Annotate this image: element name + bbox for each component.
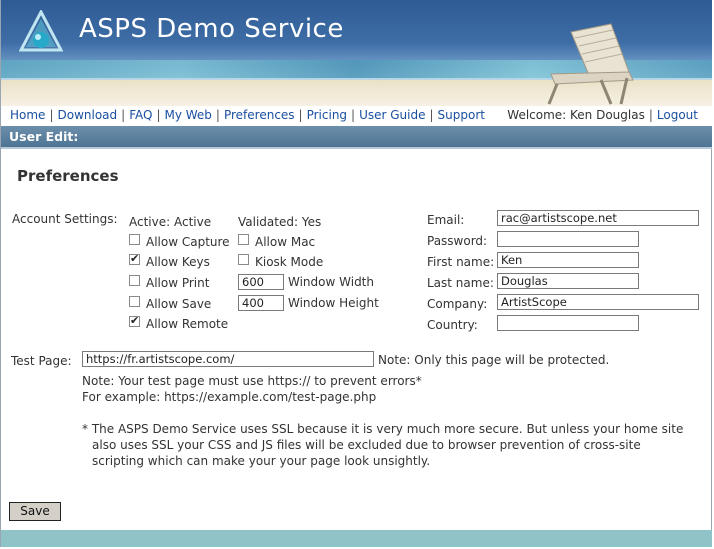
footer-bar [1, 530, 712, 547]
email-field[interactable]: rac@artistscope.net [497, 210, 699, 226]
active-status: Active: Active [129, 215, 212, 229]
kiosk-mode-label: Kiosk Mode [255, 255, 324, 269]
preferences-title: Preferences [17, 167, 119, 185]
save-button[interactable]: Save [9, 502, 61, 521]
nav-separator: | [298, 108, 303, 122]
beach-chair-icon [547, 23, 634, 105]
logout-link[interactable]: Logout [657, 108, 698, 122]
nav-separator: | [215, 108, 220, 122]
allow-keys-checkbox[interactable] [129, 252, 140, 265]
nav-home[interactable]: Home [10, 108, 45, 122]
nav-download[interactable]: Download [57, 108, 117, 122]
allow-capture-checkbox[interactable] [129, 234, 140, 245]
nav-pricing[interactable]: Pricing [307, 108, 347, 122]
nav-user-guide[interactable]: User Guide [359, 108, 425, 122]
nav-separator: | [156, 108, 161, 122]
window-width-input[interactable]: 600 [238, 274, 284, 290]
nav-preferences[interactable]: Preferences [224, 108, 295, 122]
window-width-label: Window Width [288, 275, 374, 289]
header-banner: ASPS Demo Service [1, 0, 712, 106]
allow-save-checkbox[interactable] [129, 296, 140, 307]
validated-status: Validated: Yes [238, 215, 322, 229]
country-field[interactable] [497, 315, 639, 331]
allow-print-label: Allow Print [146, 276, 210, 290]
top-nav: Home | Download | FAQ | My Web | Preferences | Pri… [1, 106, 712, 126]
allow-print-checkbox[interactable] [129, 275, 140, 286]
banner-title: ASPS Demo Service [79, 14, 344, 44]
nav-faq[interactable]: FAQ [129, 108, 152, 122]
password-label: Password: [427, 234, 488, 248]
nav-separator: | [121, 108, 126, 122]
logo-icon [19, 10, 63, 52]
first-name-field[interactable]: Ken [497, 252, 639, 268]
nav-my-web[interactable]: My Web [164, 108, 211, 122]
test-page-input[interactable]: https://fr.artistscope.com/ [82, 351, 374, 367]
allow-keys-label: Allow Keys [146, 255, 210, 269]
test-page-note: Note: Only this page will be protected. [378, 353, 610, 367]
kiosk-mode-checkbox[interactable] [238, 254, 249, 265]
company-field[interactable]: ArtistScope [497, 294, 699, 310]
section-underline [1, 147, 712, 149]
section-header: User Edit: [1, 126, 712, 149]
section-title: User Edit: [9, 129, 79, 144]
nav-links: Home | Download | FAQ | My Web | Preferences | Pri… [10, 108, 485, 122]
example-note: For example: https://example.com/test-pa… [82, 390, 377, 404]
allow-save-label: Allow Save [146, 297, 212, 311]
first-name-label: First name: [427, 255, 495, 269]
last-name-label: Last name: [427, 276, 494, 290]
nav-separator: | [351, 108, 356, 122]
country-label: Country: [427, 318, 478, 332]
nav-user-area: Welcome: Ken Douglas | Logout [507, 108, 698, 122]
account-settings-label: Account Settings: [12, 212, 118, 226]
welcome-text: Welcome: Ken Douglas [507, 108, 645, 122]
allow-mac-checkbox[interactable] [238, 234, 249, 245]
nav-separator: | [429, 108, 434, 122]
email-label: Email: [427, 213, 465, 227]
company-label: Company: [427, 297, 488, 311]
nav-separator: | [49, 108, 54, 122]
allow-capture-label: Allow Capture [146, 235, 230, 249]
ssl-note-line-1: * The ASPS Demo Service uses SSL because… [82, 422, 684, 436]
test-page-label: Test Page: [11, 354, 72, 368]
ssl-note-line-3: scripting which can make your your page … [92, 454, 431, 468]
ssl-note-line-2: also uses SSL your CSS and JS files will… [92, 438, 641, 452]
allow-remote-checkbox[interactable] [129, 314, 140, 327]
allow-mac-label: Allow Mac [255, 235, 316, 249]
last-name-field[interactable]: Douglas [497, 273, 639, 289]
window-height-label: Window Height [288, 296, 379, 310]
nav-separator: | [648, 108, 653, 122]
window-height-input[interactable]: 400 [238, 295, 284, 311]
https-note: Note: Your test page must use https:// t… [82, 374, 422, 388]
nav-support[interactable]: Support [438, 108, 485, 122]
allow-remote-label: Allow Remote [146, 317, 229, 331]
password-field[interactable] [497, 231, 639, 247]
